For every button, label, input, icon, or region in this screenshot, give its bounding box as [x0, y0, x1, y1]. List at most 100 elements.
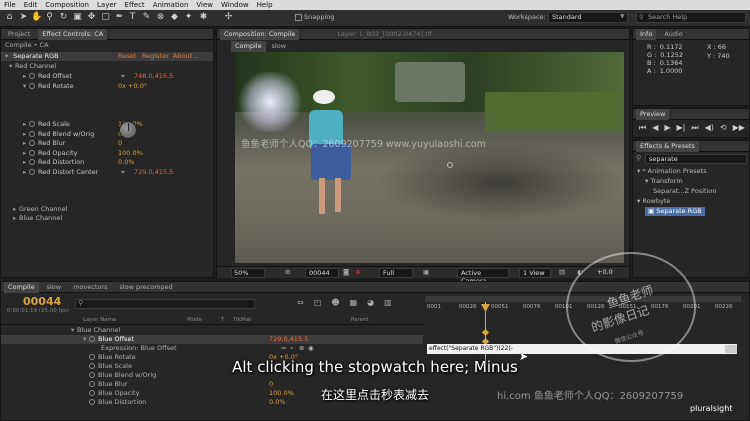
green-channel-group[interactable]: ▸ Green Channel [13, 205, 67, 214]
timeline-property-value[interactable]: 729.0,415.5 [269, 335, 308, 344]
motion-blur-icon[interactable]: ◕ [367, 298, 374, 307]
effect-property-row[interactable]: ▸ Red Blur [23, 139, 65, 148]
viewer-timecode[interactable]: 00044 [305, 268, 339, 278]
timeline-tab-1[interactable]: slow [43, 282, 66, 293]
home-icon[interactable]: ⌂ [4, 12, 15, 23]
timeline-property-row[interactable]: ▾ Blue Offset [1, 335, 423, 344]
view-select[interactable]: 1 View [519, 268, 551, 278]
menu-item-edit[interactable]: Edit [24, 1, 38, 9]
puppet-pin-icon[interactable]: ✱ [198, 12, 209, 23]
effect-property-row[interactable]: ▸ Red Distort Center [23, 168, 98, 177]
comp-mini-flowchart-icon[interactable]: ⇔ [297, 298, 304, 307]
effects-tree-item[interactable]: ▾ Rowbyte [637, 197, 670, 206]
effects-tree-item[interactable]: Separat...Z Position [653, 187, 716, 196]
crosshair-icon[interactable]: ⌖ [121, 72, 125, 81]
menu-item-animation[interactable]: Animation [153, 1, 189, 9]
menu-item-composition[interactable]: Composition [45, 1, 89, 9]
timeline-search-input[interactable] [75, 299, 255, 309]
red-channel-group[interactable]: ▾ Red Channel [9, 62, 56, 71]
timeline-property-row[interactable]: ▾ Blue Channel [1, 326, 423, 335]
prev-frame-icon[interactable]: ◀ [652, 123, 658, 133]
timeline-timecode[interactable]: 00044 [23, 295, 61, 308]
stopwatch-icon[interactable] [29, 159, 35, 165]
effect-property-row[interactable]: ▸ Red Distortion [23, 158, 84, 167]
expression-scroll[interactable] [725, 345, 737, 353]
hand-tool-icon[interactable]: ✋ [31, 12, 42, 23]
timeline-tab-0[interactable]: Compile [4, 281, 39, 293]
tab-layer[interactable]: Layer: L_B02_[0002-0474].tif [333, 29, 435, 40]
col-layer-name[interactable]: Layer Name [83, 316, 116, 325]
register-link[interactable]: Register [142, 52, 169, 61]
camera-select[interactable]: Active Camera [457, 268, 509, 285]
effects-tree-item[interactable]: ▾ Transform [645, 177, 683, 186]
draft-3d-icon[interactable]: ◰ [314, 298, 322, 307]
brush-tool-icon[interactable]: ✎ [141, 12, 152, 23]
channel-icon[interactable]: ❀ [355, 267, 360, 278]
timeline-tab-2[interactable]: movectors [69, 282, 111, 293]
ram-preview-icon[interactable]: ▶▶ [733, 123, 745, 133]
anchor-point-icon[interactable] [447, 162, 453, 168]
composition-viewer[interactable] [235, 52, 624, 263]
workspace-select[interactable]: Standard [548, 12, 628, 23]
effects-tree-item[interactable]: ▾ * Animation Presets [637, 167, 707, 176]
col-t[interactable]: T [221, 316, 224, 325]
first-frame-icon[interactable]: ⏮ [639, 123, 646, 133]
crosshair-icon[interactable]: ⌖ [121, 168, 125, 177]
toggle-icon[interactable]: ▤ [559, 267, 565, 278]
menu-item-effect[interactable]: Effect [125, 1, 145, 9]
effect-property-row[interactable]: ▸ Red Scale [23, 120, 70, 129]
text-tool-icon[interactable]: T [127, 12, 138, 23]
eraser-tool-icon[interactable]: ◆ [169, 12, 180, 23]
expression-editor[interactable]: effect("Separate RGB")(22)- [427, 344, 737, 354]
tab-audio[interactable]: Audio [660, 29, 686, 40]
property-value[interactable]: 0.0% [118, 158, 135, 167]
loop-icon[interactable]: ⟲ [720, 123, 727, 133]
breadcrumb-slow[interactable]: slow [272, 41, 287, 52]
zoom-tool-icon[interactable]: ⚲ [44, 12, 55, 23]
col-parent[interactable]: Parent [351, 316, 369, 325]
zoom-select[interactable]: 50% [231, 268, 265, 278]
menu-item-window[interactable]: Window [221, 1, 249, 9]
effect-property-row[interactable]: ▸ Red Blend w/Orig [23, 130, 94, 139]
property-value[interactable]: 729.0,415.5 [134, 168, 173, 177]
blue-channel-group[interactable]: ▸ Blue Channel [13, 214, 62, 223]
stopwatch-icon[interactable] [29, 131, 35, 137]
timeline-property-row[interactable]: Expression: Blue Offset [1, 344, 423, 353]
expression-control-icon[interactable]: = [281, 344, 286, 353]
menu-item-file[interactable]: File [4, 1, 16, 9]
play-icon[interactable]: ▶ [664, 123, 670, 133]
rotate-tool-icon[interactable]: ↻ [58, 12, 69, 23]
menu-item-view[interactable]: View [196, 1, 213, 9]
clone-tool-icon[interactable]: ⊗ [155, 12, 166, 23]
effect-property-row[interactable]: ▸ Red Opacity [23, 149, 77, 158]
pen-tool-icon[interactable]: ✒ [114, 12, 125, 23]
stopwatch-icon[interactable] [29, 83, 35, 89]
roto-brush-icon[interactable]: ✦ [183, 12, 194, 23]
frame-blending-icon[interactable]: ▦ [350, 298, 358, 307]
tab-composition[interactable]: Composition: Compile [220, 28, 300, 40]
stopwatch-icon[interactable] [29, 140, 35, 146]
property-value[interactable]: 100.0% [118, 149, 143, 158]
property-value[interactable]: 748.0,416.5 [134, 72, 173, 81]
menu-item-help[interactable]: Help [257, 1, 273, 9]
effect-item-separate-rgb[interactable]: ▣ Separate RGB [645, 207, 705, 216]
col-trkmat[interactable]: TrkMat [233, 316, 251, 325]
property-value[interactable]: 0x +0.0° [118, 82, 147, 91]
effect-property-row[interactable]: ▸ Red Offset [23, 72, 72, 81]
stopwatch-icon[interactable] [29, 169, 35, 175]
effects-search-input[interactable]: separate [645, 154, 747, 164]
menu-item-layer[interactable]: Layer [97, 1, 117, 9]
tab-preview[interactable]: Preview [636, 108, 670, 120]
pan-behind-tool-icon[interactable]: ✥ [86, 12, 97, 23]
reset-link[interactable]: Reset [118, 52, 136, 61]
last-frame-icon[interactable]: ⏭ [691, 123, 698, 133]
next-frame-icon[interactable]: ▶| [677, 123, 686, 133]
expression-control-icon[interactable]: ⌁ [290, 344, 294, 353]
tab-effects-presets[interactable]: Effects & Presets [636, 140, 699, 152]
resolution-select[interactable]: Full [379, 268, 413, 278]
expression-control-icon[interactable]: ◉ [308, 344, 314, 353]
snapping-checkbox[interactable] [295, 14, 302, 21]
about-link[interactable]: About... [173, 52, 198, 61]
mask-tool-icon[interactable]: ▢ [100, 12, 111, 23]
region-icon[interactable]: ▣ [423, 267, 429, 278]
